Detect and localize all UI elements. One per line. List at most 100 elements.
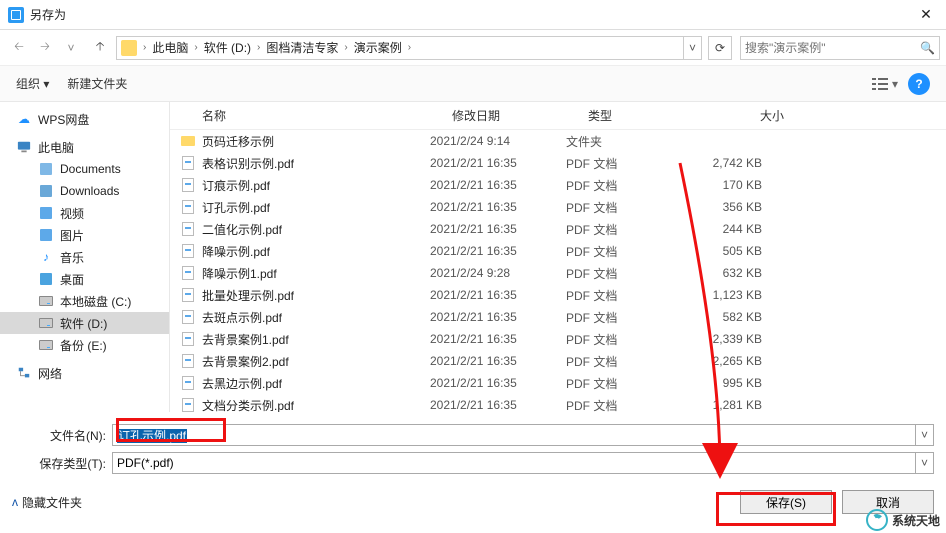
recent-dropdown[interactable]: ˅ (59, 36, 83, 60)
forward-button[interactable]: 🡢 (33, 36, 57, 60)
file-size: 1,281 KB (682, 398, 782, 412)
file-size: 356 KB (682, 200, 782, 214)
search-box[interactable]: 🔍 (740, 36, 940, 60)
sidebar-item-disk-d[interactable]: 软件 (D:) (0, 312, 169, 334)
file-row[interactable]: 降噪示例.pdf2021/2/21 16:35PDF 文档505 KB (170, 240, 946, 262)
file-type: PDF 文档 (566, 221, 682, 238)
file-name: 降噪示例.pdf (202, 243, 430, 260)
file-row[interactable]: 降噪示例1.pdf2021/2/24 9:28PDF 文档632 KB (170, 262, 946, 284)
title-bar: 另存为 ✕ (0, 0, 946, 30)
file-type: PDF 文档 (566, 177, 682, 194)
hide-folders-toggle[interactable]: ʌ 隐藏文件夹 (12, 494, 82, 511)
file-row[interactable]: 去黑边示例.pdf2021/2/21 16:35PDF 文档995 KB (170, 372, 946, 394)
sidebar-item-wps[interactable]: ☁WPS网盘 (0, 108, 169, 130)
breadcrumb-item[interactable]: 图档清洁专家 (264, 39, 340, 56)
sidebar-item-documents[interactable]: Documents (0, 158, 169, 180)
file-type: PDF 文档 (566, 309, 682, 326)
refresh-button[interactable]: ⟳ (708, 36, 732, 60)
pdf-file-icon (180, 287, 196, 303)
pictures-icon (38, 227, 54, 243)
file-type: PDF 文档 (566, 155, 682, 172)
sidebar-item-music[interactable]: ♪ 音乐 (0, 246, 169, 268)
file-row[interactable]: 去斑点示例.pdf2021/2/21 16:35PDF 文档582 KB (170, 306, 946, 328)
network-icon (16, 365, 32, 381)
address-bar: 🡠 🡢 ˅ 🡡 › 此电脑 › 软件 (D:) › 图档清洁专家 › 演示案例 … (0, 30, 946, 66)
pdf-file-icon (180, 331, 196, 347)
watermark-text: 系统天地 (892, 512, 940, 529)
file-row[interactable]: 去背景案例2.pdf2021/2/21 16:35PDF 文档2,265 KB (170, 350, 946, 372)
sidebar-item-desktop[interactable]: 桌面 (0, 268, 169, 290)
file-type: PDF 文档 (566, 331, 682, 348)
savetype-row: 保存类型(T): PDF(*.pdf) ˅ (12, 452, 934, 474)
back-button[interactable]: 🡠 (7, 36, 31, 60)
sidebar-item-network[interactable]: 网络 (0, 362, 169, 384)
address-dropdown[interactable]: ˅ (683, 37, 701, 59)
view-options[interactable]: ▾ (872, 77, 898, 91)
sidebar-item-label: 音乐 (60, 249, 84, 266)
sidebar-item-pictures[interactable]: 图片 (0, 224, 169, 246)
desktop-icon (38, 271, 54, 287)
sidebar-item-label: Documents (60, 162, 121, 176)
app-icon (8, 7, 24, 23)
sidebar-item-downloads[interactable]: Downloads (0, 180, 169, 202)
breadcrumb-item[interactable]: 软件 (D:) (202, 39, 253, 56)
sidebar-item-label: 软件 (D:) (60, 315, 107, 332)
filename-input-wrapper[interactable]: 订孔示例.pdf ˅ (112, 424, 934, 446)
file-name: 订痕示例.pdf (202, 177, 430, 194)
file-type: PDF 文档 (566, 287, 682, 304)
column-header-name[interactable]: 名称 (202, 107, 452, 124)
file-row[interactable]: 订痕示例.pdf2021/2/21 16:35PDF 文档170 KB (170, 174, 946, 196)
sidebar-item-label: 本地磁盘 (C:) (60, 293, 131, 310)
search-icon[interactable]: 🔍 (920, 41, 935, 55)
actions-row: ʌ 隐藏文件夹 保存(S) 取消 (12, 490, 934, 514)
sidebar-item-videos[interactable]: 视频 (0, 202, 169, 224)
breadcrumb[interactable]: › 此电脑 › 软件 (D:) › 图档清洁专家 › 演示案例 › ˅ (116, 36, 702, 60)
save-button[interactable]: 保存(S) (740, 490, 832, 514)
column-headers: 名称 修改日期 类型 大小 (170, 102, 946, 130)
filename-dropdown[interactable]: ˅ (915, 425, 933, 445)
breadcrumb-item[interactable]: 此电脑 (150, 39, 190, 56)
breadcrumb-item[interactable]: 演示案例 (352, 39, 404, 56)
pdf-file-icon (180, 221, 196, 237)
chevron-right-icon: › (190, 42, 201, 53)
file-row[interactable]: 页码迁移示例2021/2/24 9:14文件夹 (170, 130, 946, 152)
file-size: 582 KB (682, 310, 782, 324)
file-type: PDF 文档 (566, 199, 682, 216)
column-header-type[interactable]: 类型 (588, 107, 704, 124)
close-button[interactable]: ✕ (906, 0, 946, 30)
bottom-panel: 文件名(N): 订孔示例.pdf ˅ 保存类型(T): PDF(*.pdf) ˅… (0, 412, 946, 524)
pdf-file-icon (180, 243, 196, 259)
file-name: 订孔示例.pdf (202, 199, 430, 216)
file-row[interactable]: 批量处理示例.pdf2021/2/21 16:35PDF 文档1,123 KB (170, 284, 946, 306)
column-header-date[interactable]: 修改日期 (452, 107, 588, 124)
filename-input[interactable]: 订孔示例.pdf (117, 429, 187, 443)
help-button[interactable]: ? (908, 73, 930, 95)
file-row[interactable]: 文档分类示例.pdf2021/2/21 16:35PDF 文档1,281 KB (170, 394, 946, 412)
file-list-body[interactable]: 页码迁移示例2021/2/24 9:14文件夹表格识别示例.pdf2021/2/… (170, 130, 946, 412)
sidebar-item-pc[interactable]: 此电脑 (0, 136, 169, 158)
sidebar-item-disk-c[interactable]: 本地磁盘 (C:) (0, 290, 169, 312)
file-name: 去黑边示例.pdf (202, 375, 430, 392)
file-date: 2021/2/21 16:35 (430, 310, 566, 324)
column-header-size[interactable]: 大小 (704, 107, 804, 124)
toolbar: 组织 ▾ 新建文件夹 ▾ ? (0, 66, 946, 102)
sidebar-item-label: 图片 (60, 227, 84, 244)
folder-icon (180, 133, 196, 149)
new-folder-button[interactable]: 新建文件夹 (67, 75, 127, 92)
file-row[interactable]: 二值化示例.pdf2021/2/21 16:35PDF 文档244 KB (170, 218, 946, 240)
organize-menu[interactable]: 组织 ▾ (16, 75, 49, 92)
music-icon: ♪ (38, 249, 54, 265)
file-size: 995 KB (682, 376, 782, 390)
sidebar-item-disk-e[interactable]: 备份 (E:) (0, 334, 169, 356)
file-date: 2021/2/21 16:35 (430, 288, 566, 302)
sidebar-item-label: 网络 (38, 365, 62, 382)
file-row[interactable]: 表格识别示例.pdf2021/2/21 16:35PDF 文档2,742 KB (170, 152, 946, 174)
file-row[interactable]: 去背景案例1.pdf2021/2/21 16:35PDF 文档2,339 KB (170, 328, 946, 350)
up-button[interactable]: 🡡 (88, 36, 112, 60)
savetype-select[interactable]: PDF(*.pdf) ˅ (112, 452, 934, 474)
chevron-up-icon: ʌ (12, 495, 18, 509)
file-row[interactable]: 订孔示例.pdf2021/2/21 16:35PDF 文档356 KB (170, 196, 946, 218)
search-input[interactable] (745, 41, 920, 55)
savetype-dropdown[interactable]: ˅ (915, 453, 933, 473)
file-size: 170 KB (682, 178, 782, 192)
